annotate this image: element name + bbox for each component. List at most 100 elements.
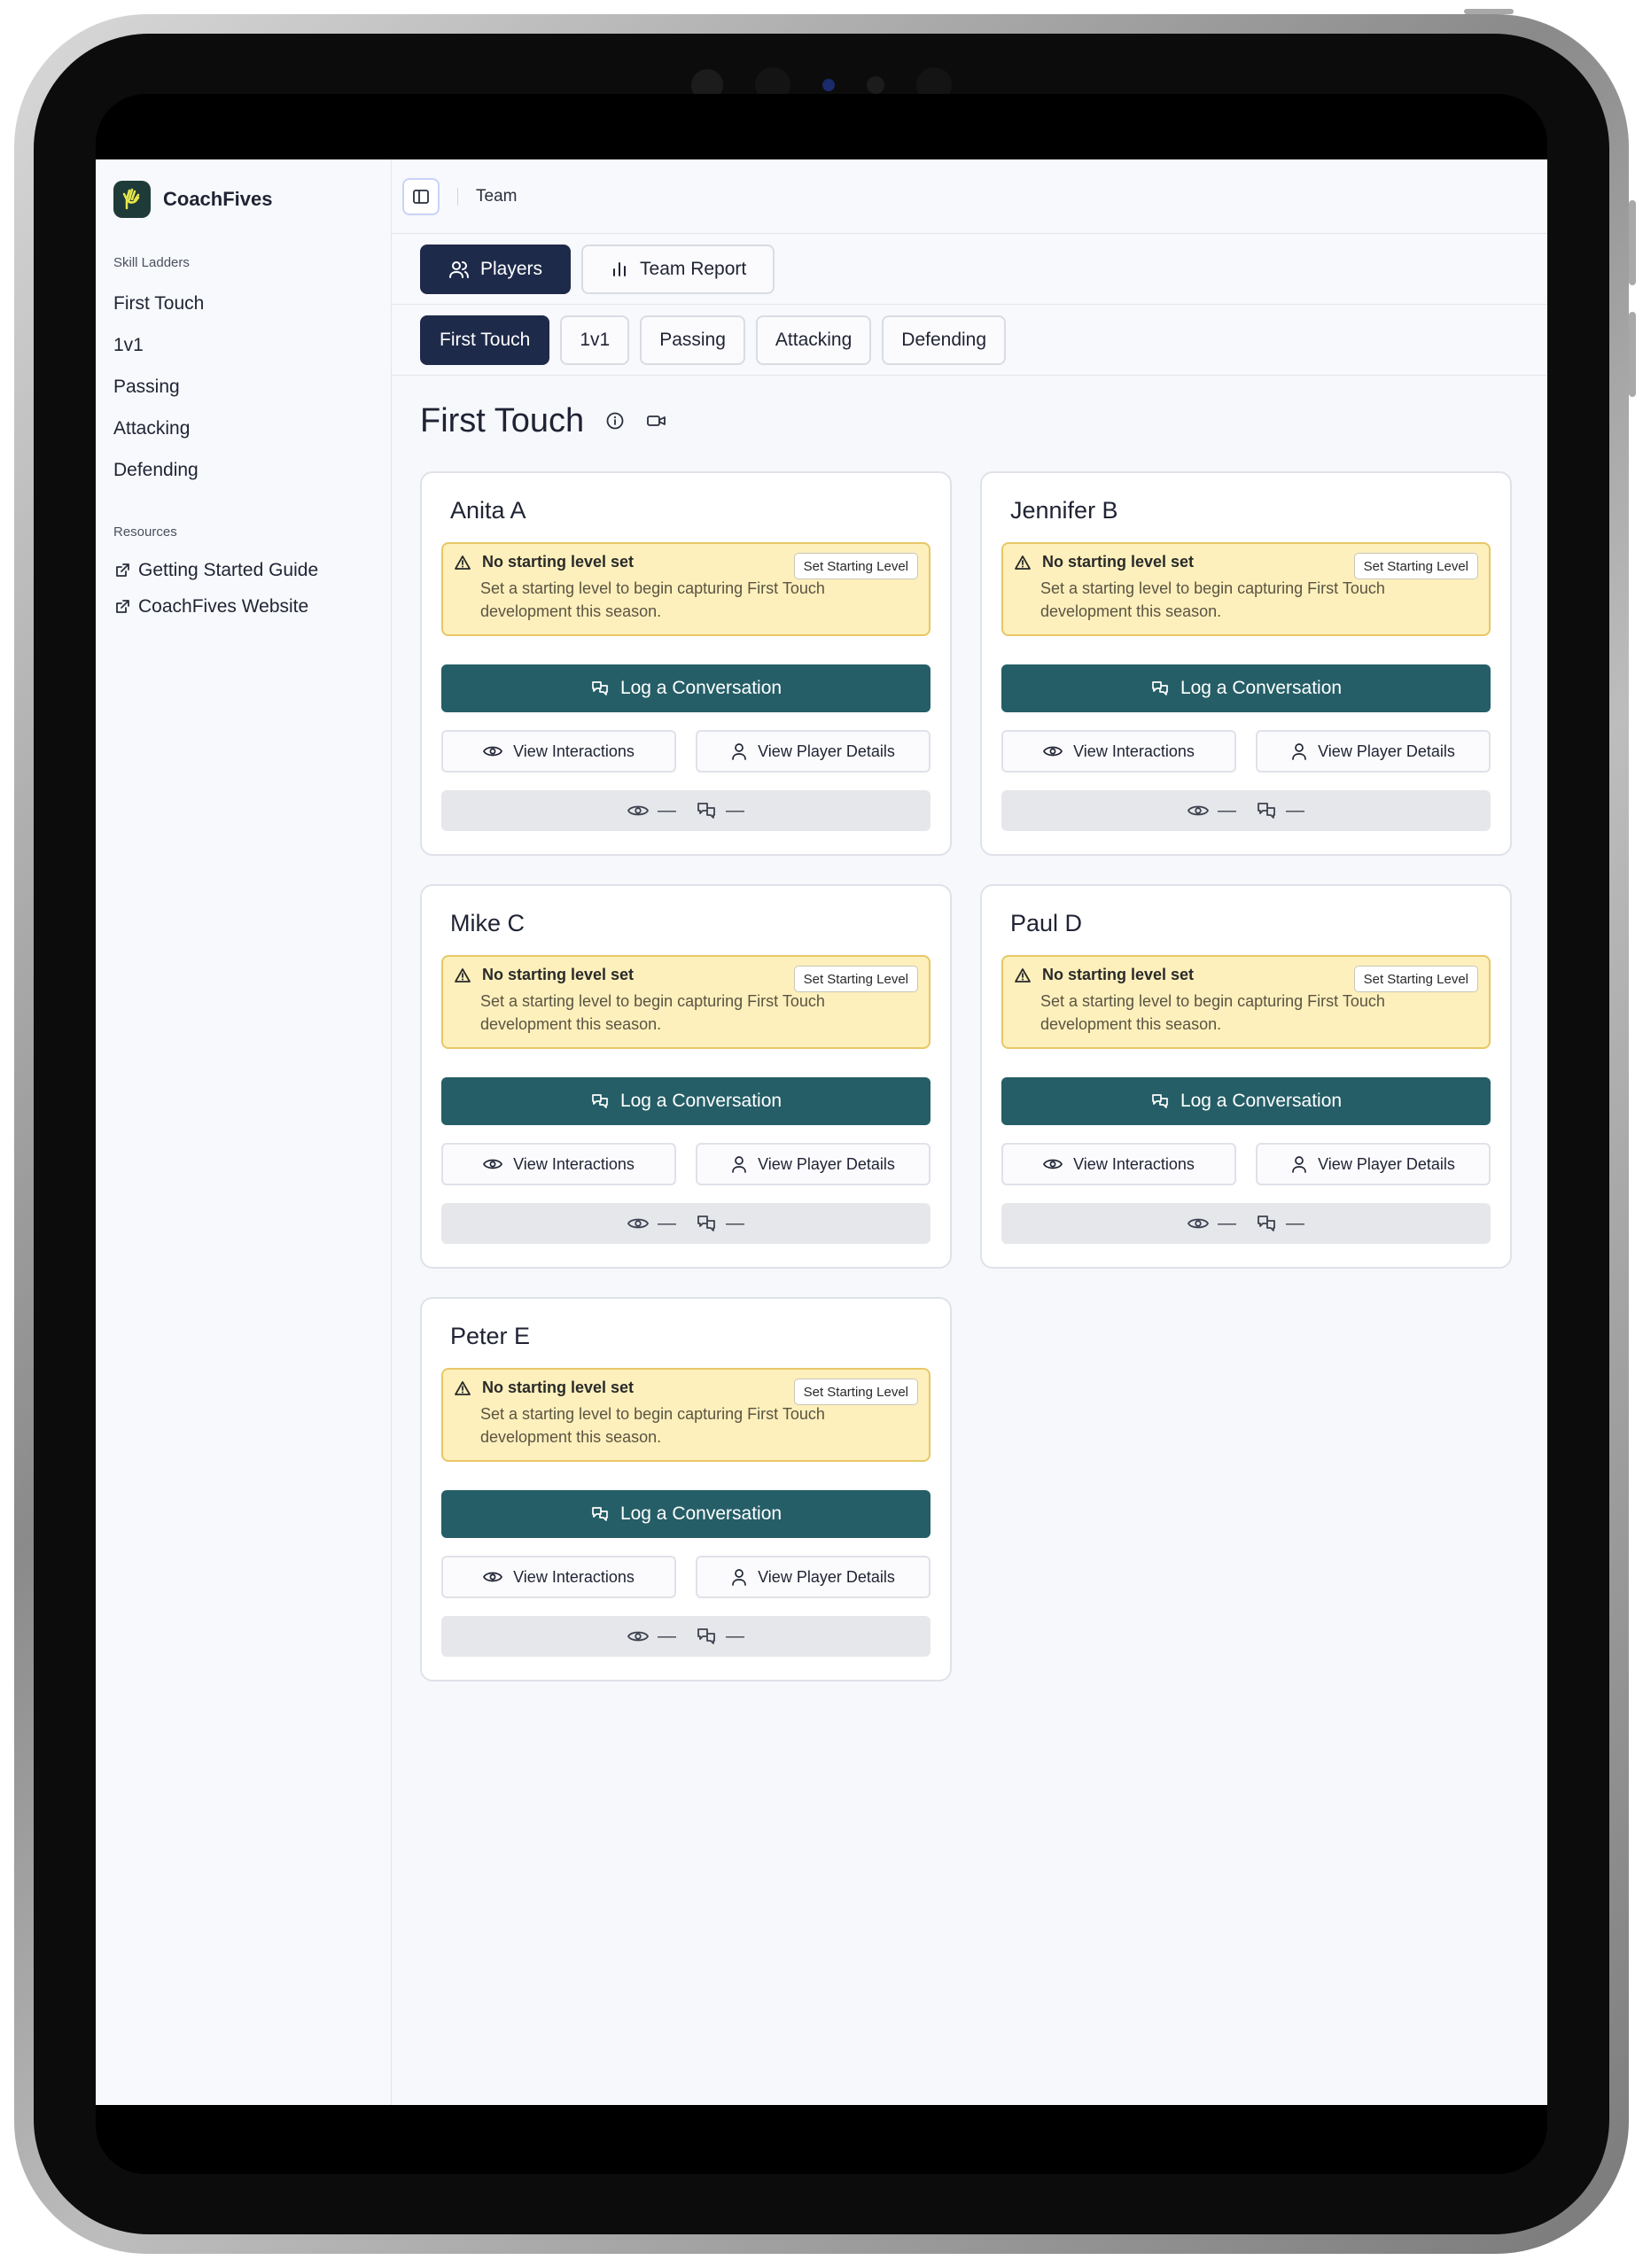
user-icon [732,1569,746,1586]
log-conversation-button[interactable]: Log a Conversation [441,1490,931,1538]
view-interactions-label: View Interactions [513,742,635,760]
views-count: — [658,1213,676,1233]
view-interactions-button[interactable]: View Interactions [441,1556,676,1598]
view-interactions-label: View Interactions [513,1567,635,1586]
tab-label: Team Report [640,258,747,279]
user-icon [1292,743,1306,760]
eye-icon [1043,1159,1063,1169]
skill-tabs: First Touch 1v1 Passing Attacking Defend… [392,305,1547,376]
view-player-details-label: View Player Details [758,1154,895,1173]
player-card: Peter E No starting level set Set a star… [420,1297,952,1682]
info-icon[interactable] [605,411,625,431]
users-icon [449,260,469,278]
set-starting-level-button[interactable]: Set Starting Level [1353,553,1478,579]
eye-icon [483,1572,503,1582]
conversation-icon [697,803,715,819]
view-player-details-button[interactable]: View Player Details [696,1143,931,1185]
eye-icon [627,805,649,816]
volume-down-button [1629,312,1636,397]
resources-label: Resources [113,524,177,540]
views-count: — [658,800,676,820]
sidebar-item-passing[interactable]: Passing [113,366,373,408]
resource-link-website[interactable]: CoachFives Website [113,588,373,625]
warning-icon [1015,967,1031,983]
resource-link-getting-started[interactable]: Getting Started Guide [113,552,373,588]
player-name: Mike C [450,909,526,936]
view-player-details-button[interactable]: View Player Details [696,1556,931,1598]
alert-body: Set a starting level to begin capturing … [1040,579,1385,620]
sidebar-item-defending[interactable]: Defending [113,449,373,491]
player-card: Paul D No starting level set Set a start… [980,884,1512,1269]
external-link-icon [116,563,129,577]
power-button [1464,9,1514,14]
conversation-icon [697,1216,715,1231]
view-interactions-button[interactable]: View Interactions [441,730,676,773]
sidebar: CoachFives Skill Ladders First Touch 1v1… [96,159,392,2105]
view-player-details-button[interactable]: View Player Details [1256,730,1491,773]
log-conversation-button[interactable]: Log a Conversation [1001,1077,1491,1125]
alert-body: Set a starting level to begin capturing … [480,992,825,1033]
player-stats-bar: — — [1001,790,1491,831]
video-icon[interactable] [646,411,667,431]
player-name: Jennifer B [1010,496,1118,524]
set-starting-level-button[interactable]: Set Starting Level [1353,966,1478,992]
eye-icon [483,1159,503,1169]
sidebar-item-1v1[interactable]: 1v1 [113,324,373,366]
conversation-icon [592,681,608,695]
topbar: Team [392,159,1547,234]
set-starting-level-button[interactable]: Set Starting Level [793,553,918,579]
player-name: Anita A [450,496,526,524]
tab-defending[interactable]: Defending [882,315,1007,365]
view-player-details-button[interactable]: View Player Details [1256,1143,1491,1185]
alert-body: Set a starting level to begin capturing … [480,579,825,620]
main-area: Team Players Team Report First Touch 1v1… [392,159,1547,2105]
alert-title: No starting level set [1042,966,1195,983]
view-player-details-label: View Player Details [1318,742,1455,760]
view-player-details-label: View Player Details [758,1567,895,1586]
sidebar-panel-icon [413,189,429,204]
player-card: Anita A No starting level set Set a star… [420,471,952,856]
view-player-details-button[interactable]: View Player Details [696,730,931,773]
conversation-icon [1258,803,1275,819]
camera-sensor-small-icon [867,76,884,94]
conversations-count: — [1286,1213,1304,1233]
tab-team-report[interactable]: Team Report [581,244,775,294]
set-starting-level-button[interactable]: Set Starting Level [793,1379,918,1405]
breadcrumb[interactable]: Team [476,187,517,206]
warning-icon [455,1380,471,1395]
sidebar-item-attacking[interactable]: Attacking [113,408,373,449]
tab-first-touch[interactable]: First Touch [420,315,550,365]
views-count: — [1218,1213,1236,1233]
conversations-count: — [726,1213,744,1233]
tab-attacking[interactable]: Attacking [755,315,872,365]
player-name: Peter E [450,1322,531,1349]
brand[interactable]: CoachFives [113,181,373,218]
view-interactions-button[interactable]: View Interactions [441,1143,676,1185]
screen-bottom-bar [96,2105,1547,2174]
tab-1v1[interactable]: 1v1 [560,315,630,365]
conversation-icon [1152,681,1168,695]
player-card: Mike C No starting level set Set a start… [420,884,952,1269]
view-interactions-button[interactable]: View Interactions [1001,1143,1236,1185]
log-conversation-button[interactable]: Log a Conversation [1001,664,1491,712]
sidebar-item-first-touch[interactable]: First Touch [113,283,373,324]
warning-icon [455,967,471,983]
brand-logo-icon [113,181,151,218]
tab-players[interactable]: Players [420,244,572,294]
skill-ladders-label: Skill Ladders [113,255,190,270]
log-conversation-label: Log a Conversation [1180,678,1343,698]
log-conversation-button[interactable]: Log a Conversation [441,1077,931,1125]
sidebar-toggle-button[interactable] [402,177,440,215]
tab-passing[interactable]: Passing [640,315,745,365]
resource-link-label: CoachFives Website [138,595,309,617]
volume-up-button [1629,200,1636,285]
set-starting-level-button[interactable]: Set Starting Level [793,966,918,992]
log-conversation-button[interactable]: Log a Conversation [441,664,931,712]
view-interactions-button[interactable]: View Interactions [1001,730,1236,773]
eye-icon [1043,746,1063,757]
content: First Touch Anita A No starting level se… [392,376,1547,1701]
views-count: — [1218,800,1236,820]
starting-level-alert: No starting level set Set a starting lev… [1001,542,1491,636]
app-window: CoachFives Skill Ladders First Touch 1v1… [96,159,1547,2105]
conversation-icon [592,1094,608,1108]
